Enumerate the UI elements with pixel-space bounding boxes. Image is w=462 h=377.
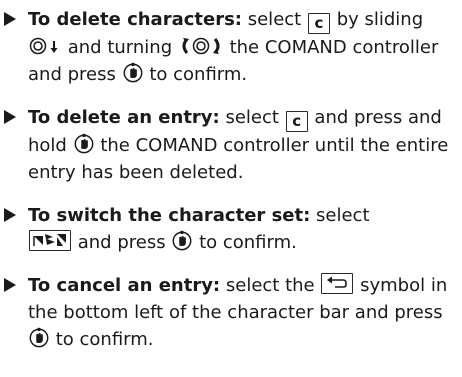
instruction-text: and turning <box>67 37 173 58</box>
controller-press-icon <box>122 61 144 83</box>
back-arrow-icon <box>321 273 354 294</box>
instruction-heading: To delete characters: <box>28 9 242 30</box>
character-set-icon <box>29 230 71 251</box>
controller-press-icon <box>73 132 95 154</box>
instruction-item-switch-character-set: To switch the character set: select and … <box>2 202 454 256</box>
bullet-arrow-icon <box>2 272 28 300</box>
controller-press-icon <box>28 326 50 348</box>
instruction-heading: To cancel an entry: <box>28 275 221 296</box>
instruction-item-delete-entry: To delete an entry: select c and press a… <box>2 104 454 186</box>
delete-key-icon: c <box>307 13 330 34</box>
instruction-text: by sliding <box>336 9 424 30</box>
bullet-arrow-icon <box>2 6 28 34</box>
instruction-list: To delete characters: select c by slidin… <box>0 0 462 353</box>
instruction-text: select <box>316 205 370 226</box>
controller-slide-down-icon <box>28 36 62 56</box>
instruction-heading: To switch the character set: <box>28 205 311 226</box>
bullet-arrow-icon <box>2 202 28 230</box>
instruction-text: to confirm. <box>149 64 248 85</box>
bullet-arrow-icon <box>2 104 28 132</box>
instruction-text: to confirm. <box>55 329 154 350</box>
instruction-heading: To delete an entry: <box>28 107 220 128</box>
instruction-text: and press <box>77 232 166 253</box>
instruction-item-delete-characters: To delete characters: select c by slidin… <box>2 6 454 88</box>
instruction-item-cancel-entry: To cancel an entry: select the symbol in… <box>2 272 454 353</box>
instruction-text: select <box>225 107 279 128</box>
controller-turn-icon <box>178 36 224 56</box>
instruction-text: select <box>247 9 302 30</box>
delete-key-icon: c <box>285 111 308 132</box>
instruction-text: to confirm. <box>199 232 297 253</box>
controller-press-icon <box>171 229 193 251</box>
instruction-text: select the <box>225 275 315 296</box>
